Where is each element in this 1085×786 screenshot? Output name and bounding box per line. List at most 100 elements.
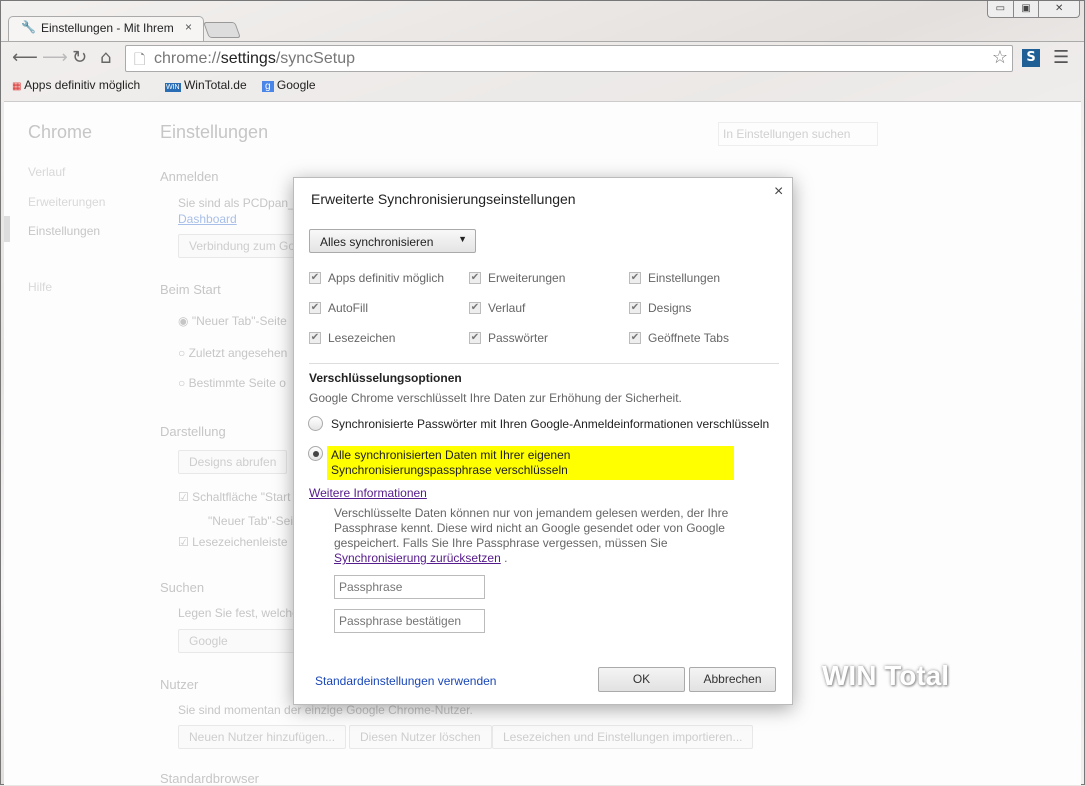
- radio1-label: Synchronisierte Passwörter mit Ihren Goo…: [331, 417, 770, 431]
- window-controls: ▭ ▣ ✕: [987, 1, 1080, 18]
- passphrase-input[interactable]: [334, 575, 485, 599]
- nav-hilfe[interactable]: Hilfe: [28, 280, 52, 294]
- use-defaults-link[interactable]: Standardeinstellungen verwenden: [315, 674, 496, 688]
- sync-checkbox[interactable]: ✔ Passwörter: [469, 331, 548, 345]
- select-value: Alles synchronisieren: [320, 235, 434, 249]
- checkbox-label: Erweiterungen: [488, 271, 566, 285]
- bookmark-google[interactable]: g Google: [262, 78, 316, 92]
- menu-icon[interactable]: ☰: [1053, 48, 1069, 68]
- checkmark-icon: ✔: [469, 302, 481, 314]
- dialog-close-icon[interactable]: ×: [774, 183, 783, 201]
- anmelden-text: Sie sind als PCDpan_fe: [178, 196, 305, 210]
- add-user-button[interactable]: Neuen Nutzer hinzufügen...: [178, 725, 347, 749]
- new-tab-sub: "Neuer Tab"-Sei: [208, 514, 294, 528]
- start-option-1[interactable]: ◉ "Neuer Tab"-Seite: [178, 314, 287, 328]
- passphrase-confirm-input[interactable]: [334, 609, 485, 633]
- minimize-button[interactable]: ▭: [988, 1, 1014, 17]
- import-button[interactable]: Lesezeichen und Einstellungen importiere…: [492, 725, 754, 749]
- checkbox-label: Verlauf: [488, 301, 526, 315]
- home-icon[interactable]: ⌂: [100, 48, 111, 68]
- maximize-button[interactable]: ▣: [1014, 1, 1040, 17]
- checkbox-label: Schaltfläche "Start: [192, 490, 291, 504]
- suchen-text: Legen Sie fest, welche: [178, 606, 299, 620]
- google-icon: g: [262, 81, 274, 92]
- checkbox-label: Geöffnete Tabs: [648, 331, 729, 345]
- checkmark-icon: ✔: [469, 332, 481, 344]
- start-option-2[interactable]: ○ Zuletzt angesehen: [178, 346, 287, 360]
- dropdown-arrow-icon: ▼: [458, 234, 467, 244]
- nav-erweiterungen[interactable]: Erweiterungen: [28, 195, 105, 209]
- get-themes-button[interactable]: Designs abrufen: [178, 450, 288, 474]
- checkbox-label: Apps definitiv möglich: [328, 271, 445, 285]
- sync-checkbox[interactable]: ✔ Einstellungen: [629, 271, 720, 285]
- ok-button[interactable]: OK: [598, 667, 685, 692]
- sync-checkbox[interactable]: ✔ Geöffnete Tabs: [629, 331, 729, 345]
- sync-checkbox[interactable]: ✔ Apps definitiv möglich: [309, 271, 444, 285]
- sync-mode-select[interactable]: Alles synchronisieren ▼: [309, 229, 476, 253]
- info-end: .: [500, 551, 508, 565]
- option-label: "Neuer Tab"-Seite: [191, 314, 287, 328]
- home-button-checkbox[interactable]: ☑ Schaltfläche "Start: [178, 490, 290, 504]
- sync-checkbox[interactable]: ✔ Designs: [629, 301, 691, 315]
- extension-icon[interactable]: S: [1022, 49, 1040, 67]
- radio-custom-passphrase[interactable]: [308, 446, 323, 461]
- checkbox-label: Designs: [648, 301, 692, 315]
- radio2-label: Alle synchronisierten Daten mit Ihrer ei…: [327, 446, 734, 480]
- disconnect-button[interactable]: Verbindung zum Go: [178, 234, 307, 258]
- reset-sync-link[interactable]: Synchronisierung zurücksetzen: [334, 551, 501, 565]
- new-tab-button[interactable]: [203, 22, 241, 38]
- sync-checkbox[interactable]: ✔ Erweiterungen: [469, 271, 565, 285]
- checkmark-icon: ✔: [629, 272, 641, 284]
- checkmark-icon: ✔: [309, 302, 321, 314]
- delete-user-button[interactable]: Diesen Nutzer löschen: [349, 725, 492, 749]
- bookmark-label: Google: [276, 78, 316, 92]
- section-nutzer: Nutzer: [160, 677, 199, 692]
- checkmark-icon: ✔: [309, 272, 321, 284]
- bookmark-apps[interactable]: ▦ Apps definitiv möglich: [12, 78, 140, 92]
- checkmark-icon: ✔: [309, 332, 321, 344]
- bookmark-label: WinTotal.de: [183, 78, 247, 92]
- sync-checkbox[interactable]: ✔ Verlauf: [469, 301, 525, 315]
- section-suchen: Suchen: [160, 580, 205, 595]
- page-title: Einstellungen: [160, 122, 269, 142]
- forward-icon[interactable]: ⟶: [42, 48, 68, 68]
- apps-grid-icon: ▦: [12, 81, 22, 92]
- encryption-description: Google Chrome verschlüsselt Ihre Daten z…: [309, 391, 682, 405]
- bookmark-star-icon[interactable]: ☆: [992, 47, 1008, 68]
- dialog-title: Erweiterte Synchronisierungseinstellunge…: [311, 191, 576, 207]
- nutzer-text: Sie sind momentan der einzige Google Chr…: [178, 703, 473, 717]
- more-info-link[interactable]: Weitere Informationen: [309, 486, 427, 500]
- radio-google-credentials[interactable]: [308, 416, 323, 431]
- checkbox-label: Lesezeichen: [328, 331, 396, 345]
- sync-checkbox[interactable]: ✔ AutoFill: [309, 301, 368, 315]
- checkmark-icon: ✔: [629, 302, 641, 314]
- tab-title: Einstellungen - Mit Ihrem: [41, 21, 174, 35]
- settings-search-input[interactable]: In Einstellungen suchen: [718, 122, 878, 146]
- close-window-button[interactable]: ✕: [1039, 1, 1079, 17]
- tab-close-icon[interactable]: ×: [185, 20, 192, 34]
- option-label: Bestimmte Seite o: [188, 376, 286, 390]
- reload-icon[interactable]: ↻: [72, 48, 87, 68]
- checkbox-label: AutoFill: [328, 301, 369, 315]
- nav-verlauf[interactable]: Verlauf: [28, 165, 65, 179]
- passphrase-info: Verschlüsselte Daten können nur von jema…: [334, 506, 754, 566]
- tab-settings[interactable]: 🔧 Einstellungen - Mit Ihrem ×: [8, 16, 204, 42]
- url-scheme: chrome://: [154, 50, 221, 67]
- bookmark-label: Apps definitiv möglich: [24, 78, 141, 92]
- wrench-icon: 🔧: [21, 20, 36, 34]
- cancel-button[interactable]: Abbrechen: [689, 667, 776, 692]
- address-bar[interactable]: 🗋 chrome://settings/syncSetup ☆: [125, 45, 1013, 72]
- bookmark-wintotal[interactable]: WIN WinTotal.de: [165, 78, 247, 92]
- dashboard-link[interactable]: Dashboard: [178, 212, 237, 226]
- chrome-brand: Chrome: [28, 122, 93, 142]
- url-path: /syncSetup: [275, 50, 355, 67]
- bookmarks-bar-checkbox[interactable]: ☑ Lesezeichenleiste: [178, 535, 288, 549]
- checkbox-label: Lesezeichenleiste: [192, 535, 288, 549]
- encryption-heading: Verschlüsselungsoptionen: [309, 371, 462, 385]
- back-icon[interactable]: ⟵: [12, 48, 38, 68]
- sync-checkbox[interactable]: ✔ Lesezeichen: [309, 331, 395, 345]
- nav-selected-marker: [4, 216, 10, 242]
- start-option-3[interactable]: ○ Bestimmte Seite o: [178, 376, 286, 390]
- section-beim-start: Beim Start: [160, 282, 221, 297]
- nav-einstellungen[interactable]: Einstellungen: [28, 224, 100, 238]
